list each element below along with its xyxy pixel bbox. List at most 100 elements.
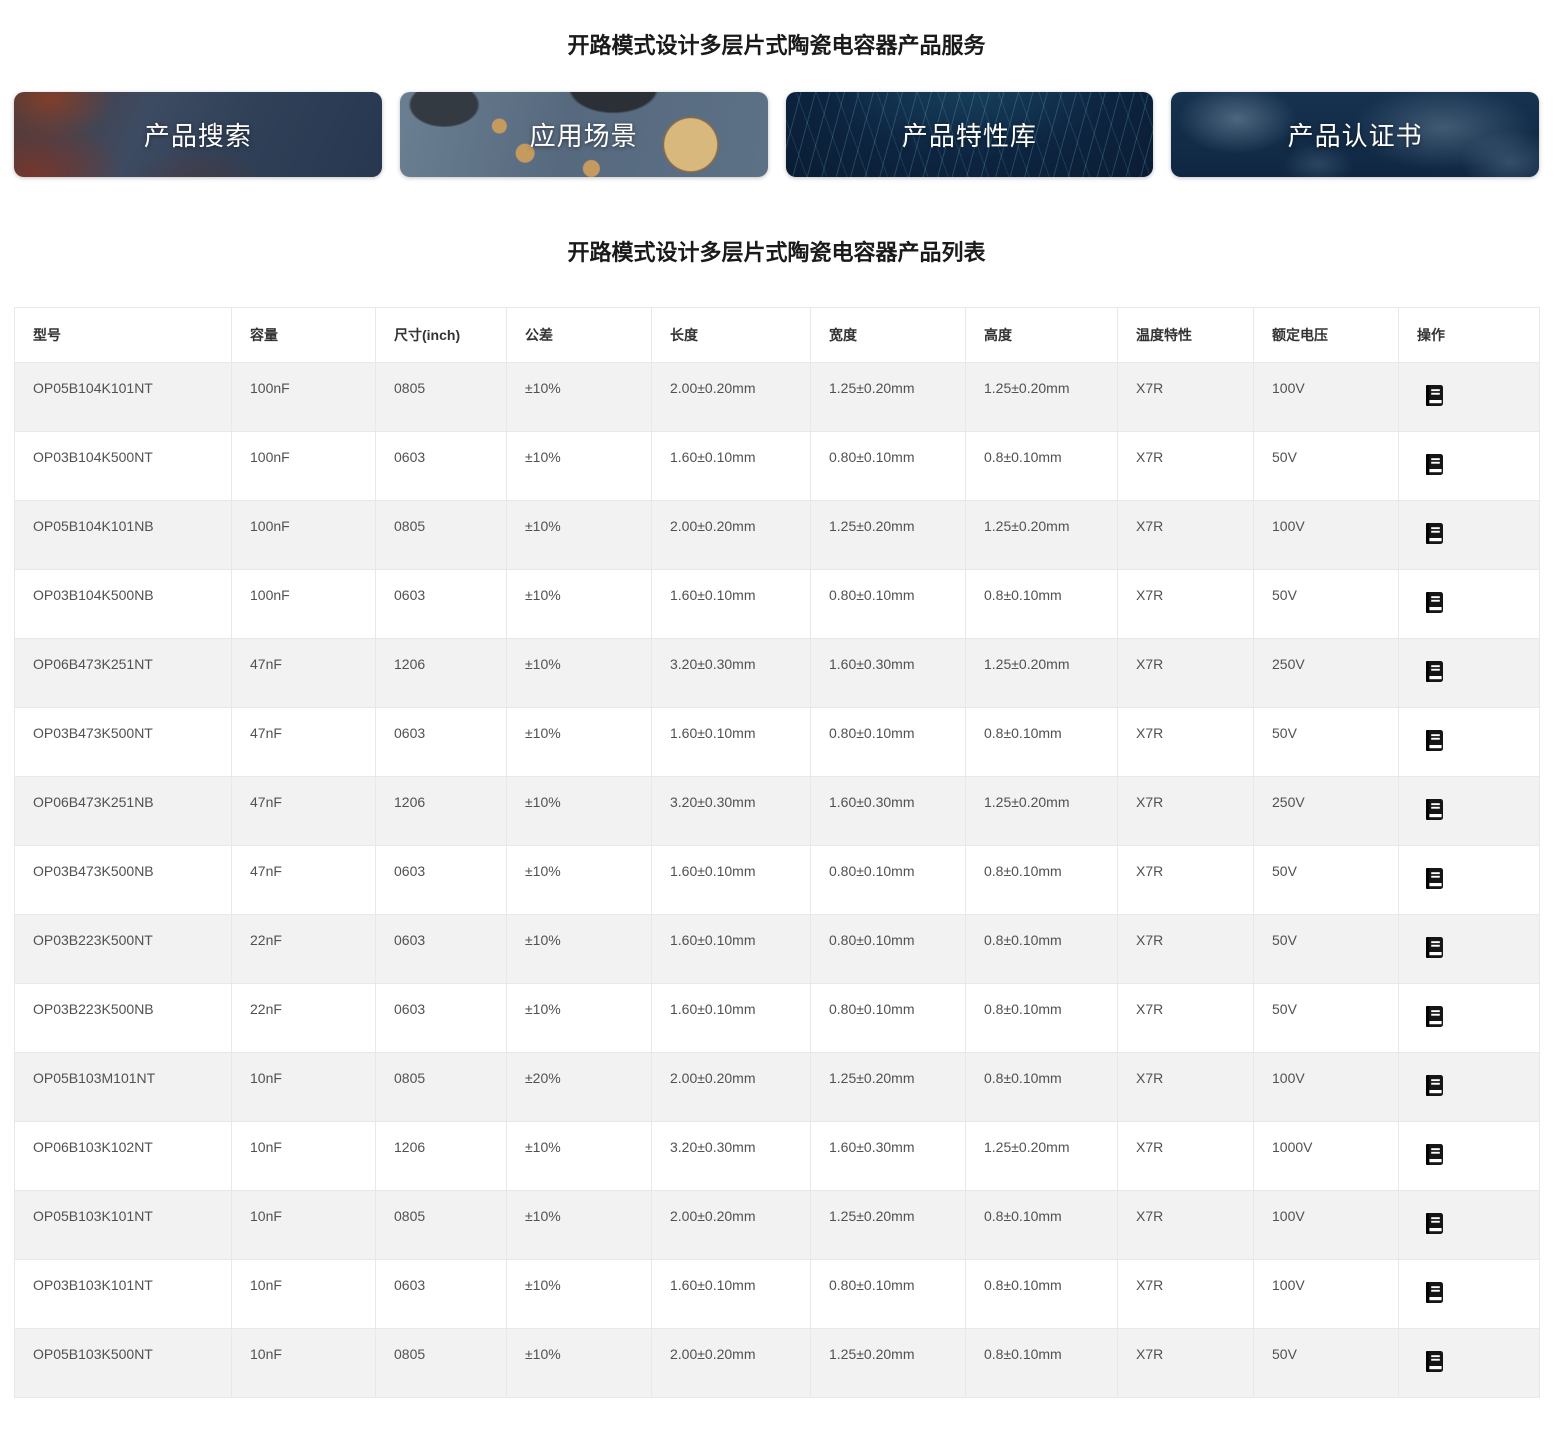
- cell-capacity: 10nF: [231, 1328, 376, 1398]
- table-row: OP05B103M101NT 10nF 0805 ±20% 2.00±0.20mm 1.2…: [14, 1052, 1540, 1122]
- cell-action: [1398, 1121, 1540, 1191]
- book-icon: [1426, 454, 1443, 475]
- col-header-rated-voltage: 额定电压: [1253, 307, 1399, 363]
- view-datasheet-button[interactable]: [1425, 799, 1444, 820]
- cell-rated-voltage: 50V: [1253, 431, 1399, 501]
- table-header-row: 型号 容量 尺寸(inch) 公差 长度 宽度 高度 温度特性 额定电压 操作: [14, 307, 1540, 363]
- cell-temp-char: X7R: [1117, 776, 1254, 846]
- cell-action: [1398, 1190, 1540, 1260]
- cell-length: 2.00±0.20mm: [651, 1328, 811, 1398]
- cell-rated-voltage: 50V: [1253, 569, 1399, 639]
- cell-height: 0.8±0.10mm: [965, 914, 1118, 984]
- cell-height: 0.8±0.10mm: [965, 845, 1118, 915]
- book-icon: [1426, 1006, 1443, 1027]
- view-datasheet-button[interactable]: [1425, 1006, 1444, 1027]
- view-datasheet-button[interactable]: [1425, 730, 1444, 751]
- cell-length: 1.60±0.10mm: [651, 845, 811, 915]
- cell-width: 0.80±0.10mm: [810, 569, 966, 639]
- cell-tolerance: ±10%: [506, 362, 652, 432]
- col-header-temp-char: 温度特性: [1117, 307, 1254, 363]
- nav-card-certificates[interactable]: 产品认证书: [1171, 92, 1539, 177]
- view-datasheet-button[interactable]: [1425, 385, 1444, 406]
- cell-action: [1398, 431, 1540, 501]
- cell-size: 0603: [375, 983, 507, 1053]
- table-row: OP03B104K500NB 100nF 0603 ±10% 1.60±0.10mm 0.…: [14, 569, 1540, 639]
- table-row: OP03B103K101NT 10nF 0603 ±10% 1.60±0.10mm 0.8…: [14, 1259, 1540, 1329]
- cell-width: 0.80±0.10mm: [810, 914, 966, 984]
- view-datasheet-button[interactable]: [1425, 454, 1444, 475]
- view-datasheet-button[interactable]: [1425, 1282, 1444, 1303]
- cell-tolerance: ±10%: [506, 431, 652, 501]
- cell-size: 0603: [375, 914, 507, 984]
- cell-capacity: 47nF: [231, 638, 376, 708]
- view-datasheet-button[interactable]: [1425, 1144, 1444, 1165]
- product-table-body: OP05B104K101NT 100nF 0805 ±10% 2.00±0.20mm 1.…: [14, 362, 1540, 1398]
- cell-rated-voltage: 100V: [1253, 500, 1399, 570]
- cell-height: 0.8±0.10mm: [965, 1052, 1118, 1122]
- view-datasheet-button[interactable]: [1425, 523, 1444, 544]
- book-icon: [1426, 1144, 1443, 1165]
- view-datasheet-button[interactable]: [1425, 868, 1444, 889]
- book-icon: [1426, 592, 1443, 613]
- cell-length: 1.60±0.10mm: [651, 983, 811, 1053]
- col-header-capacity: 容量: [231, 307, 376, 363]
- nav-card-feature-library-label: 产品特性库: [901, 121, 1037, 151]
- cell-tolerance: ±10%: [506, 1259, 652, 1329]
- cell-tolerance: ±10%: [506, 1328, 652, 1398]
- view-datasheet-button[interactable]: [1425, 1075, 1444, 1096]
- cell-capacity: 10nF: [231, 1121, 376, 1191]
- cell-length: 1.60±0.10mm: [651, 707, 811, 777]
- cell-height: 1.25±0.20mm: [965, 638, 1118, 708]
- cell-temp-char: X7R: [1117, 707, 1254, 777]
- cell-width: 1.25±0.20mm: [810, 1190, 966, 1260]
- cell-size: 0603: [375, 1259, 507, 1329]
- cell-model: OP06B473K251NB: [14, 776, 232, 846]
- nav-card-application-scenarios[interactable]: 应用场景: [399, 92, 768, 177]
- view-datasheet-button[interactable]: [1425, 1213, 1444, 1234]
- cell-width: 1.60±0.30mm: [810, 1121, 966, 1191]
- cell-length: 1.60±0.10mm: [651, 1259, 811, 1329]
- cell-temp-char: X7R: [1117, 983, 1254, 1053]
- cell-size: 0603: [375, 845, 507, 915]
- view-datasheet-button[interactable]: [1425, 937, 1444, 958]
- cell-action: [1398, 1052, 1540, 1122]
- cell-width: 1.25±0.20mm: [810, 1328, 966, 1398]
- cell-tolerance: ±10%: [506, 707, 652, 777]
- table-row: OP06B473K251NB 47nF 1206 ±10% 3.20±0.30mm 1.6…: [14, 776, 1540, 846]
- table-row: OP03B473K500NB 47nF 0603 ±10% 1.60±0.10mm 0.8…: [14, 845, 1540, 915]
- cell-tolerance: ±20%: [506, 1052, 652, 1122]
- cell-temp-char: X7R: [1117, 431, 1254, 501]
- cell-temp-char: X7R: [1117, 1328, 1254, 1398]
- cell-capacity: 22nF: [231, 914, 376, 984]
- table-row: OP06B103K102NT 10nF 1206 ±10% 3.20±0.30mm 1.6…: [14, 1121, 1540, 1191]
- view-datasheet-button[interactable]: [1425, 661, 1444, 682]
- cell-tolerance: ±10%: [506, 845, 652, 915]
- cell-rated-voltage: 50V: [1253, 983, 1399, 1053]
- cell-height: 1.25±0.20mm: [965, 1121, 1118, 1191]
- cell-action: [1398, 500, 1540, 570]
- cell-model: OP05B103K500NT: [14, 1328, 232, 1398]
- cell-temp-char: X7R: [1117, 1052, 1254, 1122]
- cell-capacity: 10nF: [231, 1052, 376, 1122]
- cell-action: [1398, 638, 1540, 708]
- cell-model: OP03B104K500NB: [14, 569, 232, 639]
- cell-model: OP05B104K101NT: [14, 362, 232, 432]
- cell-width: 0.80±0.10mm: [810, 983, 966, 1053]
- cell-width: 1.25±0.20mm: [810, 362, 966, 432]
- cell-temp-char: X7R: [1117, 845, 1254, 915]
- nav-card-feature-library[interactable]: 产品特性库: [785, 92, 1154, 177]
- cell-tolerance: ±10%: [506, 569, 652, 639]
- nav-card-product-search[interactable]: 产品搜索: [14, 92, 382, 177]
- cell-temp-char: X7R: [1117, 638, 1254, 708]
- book-icon: [1426, 799, 1443, 820]
- cell-capacity: 47nF: [231, 776, 376, 846]
- view-datasheet-button[interactable]: [1425, 1351, 1444, 1372]
- view-datasheet-button[interactable]: [1425, 592, 1444, 613]
- cell-action: [1398, 1328, 1540, 1398]
- cell-height: 0.8±0.10mm: [965, 1259, 1118, 1329]
- table-row: OP03B104K500NT 100nF 0603 ±10% 1.60±0.10mm 0.…: [14, 431, 1540, 501]
- cell-rated-voltage: 250V: [1253, 776, 1399, 846]
- book-icon: [1426, 1213, 1443, 1234]
- cell-size: 0805: [375, 362, 507, 432]
- cell-action: [1398, 914, 1540, 984]
